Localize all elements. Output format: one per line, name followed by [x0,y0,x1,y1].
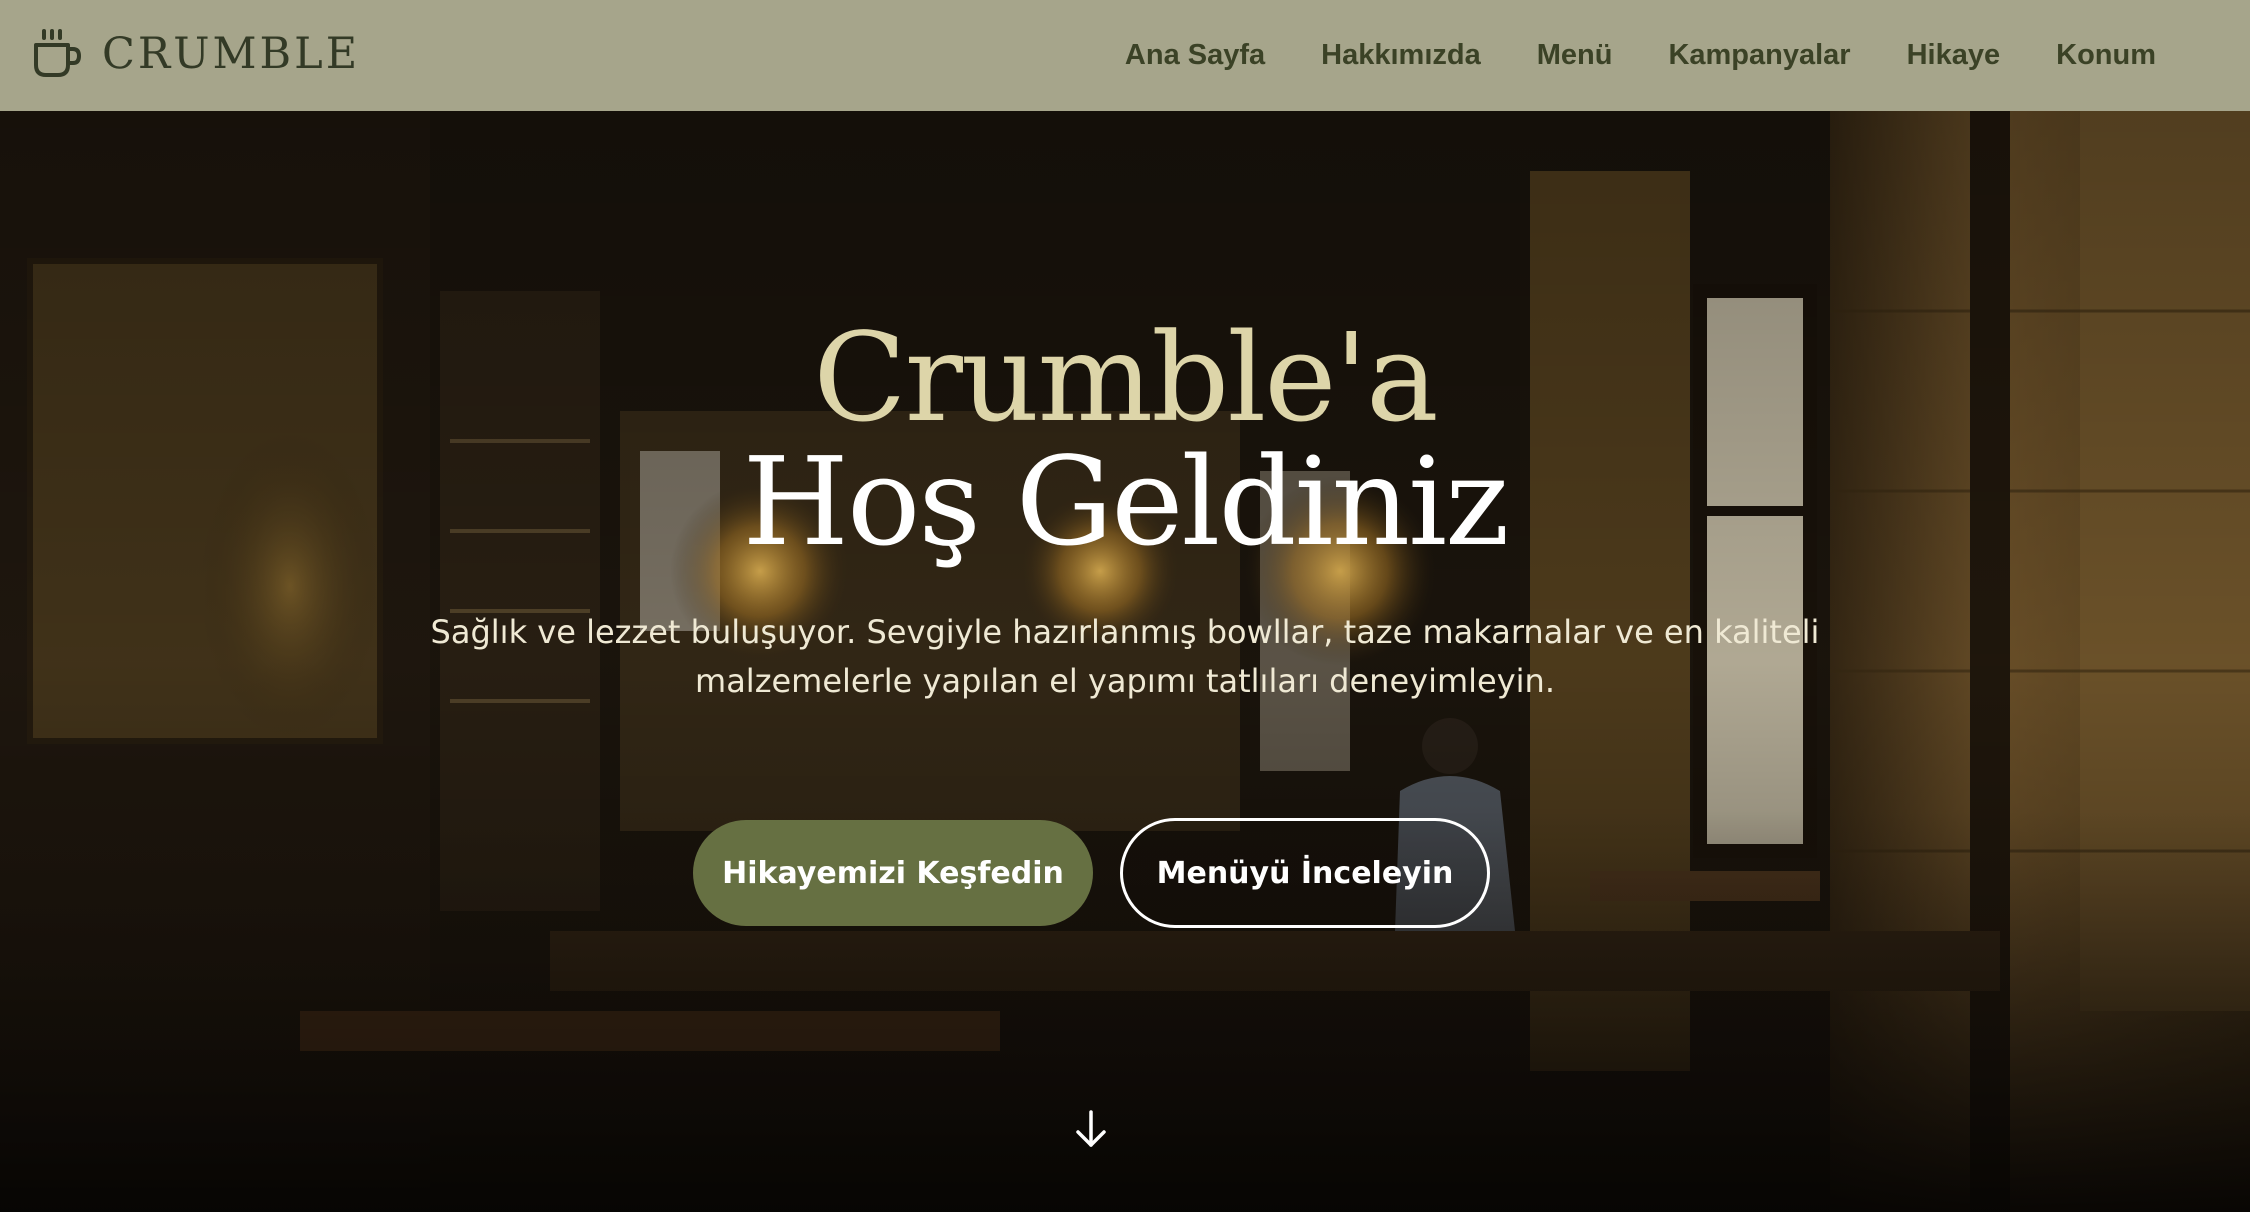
navbar: CRUMBLE Ana Sayfa Hakkımızda Menü Kampan… [0,0,2250,111]
nav-link-home[interactable]: Ana Sayfa [1125,39,1265,72]
nav-link-about[interactable]: Hakkımızda [1321,39,1481,72]
hero-subtitle: Sağlık ve lezzet buluşuyor. Sevgiyle haz… [430,613,1820,700]
nav-link-campaigns[interactable]: Kampanyalar [1668,39,1850,72]
nav-link-location[interactable]: Konum [2056,39,2156,72]
explore-story-button[interactable]: Hikayemizi Keşfedin [693,820,1093,926]
nav-link-menu[interactable]: Menü [1537,39,1613,72]
view-menu-button[interactable]: Menüyü İnceleyin [1120,818,1490,928]
hero-title-line-1: Crumble'a [813,307,1439,449]
hero-section: Crumble'a Hoş Geldiniz Sağlık ve lezzet … [0,111,2250,1212]
hero-title-line-2: Hoş Geldiniz [742,431,1510,573]
brand-name: CRUMBLE [102,28,361,79]
arrow-down-icon[interactable] [1074,1109,1108,1149]
brand-logo[interactable]: CRUMBLE [30,26,360,82]
nav-link-story[interactable]: Hikaye [1907,39,2001,72]
page: CRUMBLE Ana Sayfa Hakkımızda Menü Kampan… [0,0,2250,1212]
main-nav: Ana Sayfa Hakkımızda Menü Kampanyalar Hi… [1125,0,2156,111]
coffee-cup-icon [34,29,82,77]
